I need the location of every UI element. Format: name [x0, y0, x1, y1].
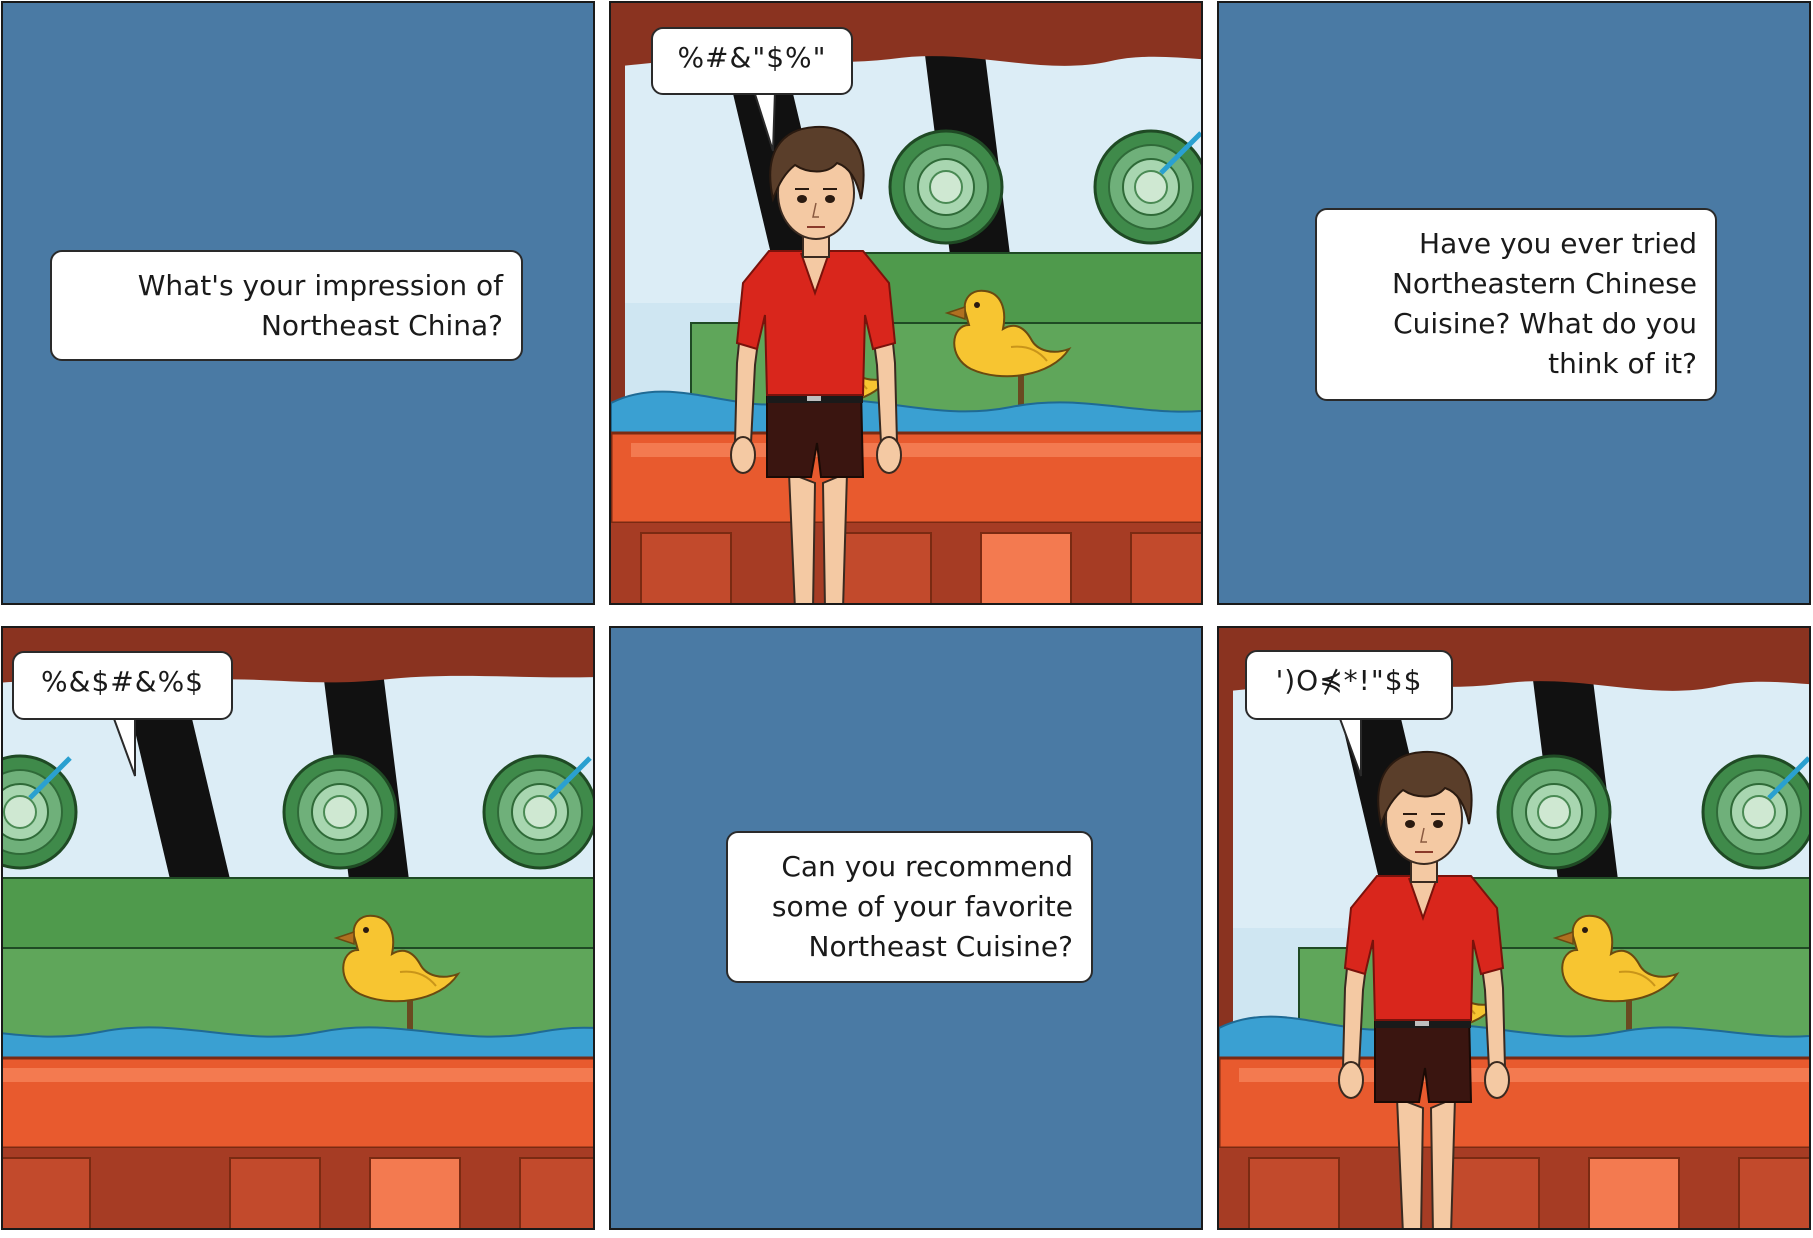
speech-bubble: ')O⋠*!"$$: [1245, 650, 1453, 720]
narration-line: Northeast Cuisine?: [808, 930, 1073, 963]
comic-panel-6: ')O⋠*!"$$: [1217, 626, 1811, 1230]
narration-box: Can you recommend some of your favorite …: [726, 831, 1093, 983]
narration-box: What's your impression of Northeast Chin…: [50, 250, 523, 361]
comic-panel-3: Have you ever tried Northeastern Chinese…: [1217, 1, 1811, 605]
narration-line: Have you ever tried: [1419, 227, 1697, 260]
narration-line: Northeastern Chinese: [1391, 267, 1697, 300]
speech-bubble-tail: [1337, 715, 1362, 777]
speech-bubble: %#&"$%": [651, 27, 853, 95]
comic-panel-2: %#&"$%": [609, 1, 1203, 605]
narration-line: Northeast China?: [260, 309, 503, 342]
comic-panel-1: What's your impression of Northeast Chin…: [1, 1, 595, 605]
comic-panel-4: %&$#&%$: [1, 626, 595, 1230]
speech-bubble-tail: [111, 715, 136, 777]
narration-box: Have you ever tried Northeastern Chinese…: [1315, 208, 1717, 401]
speech-bubble: %&$#&%$: [12, 651, 233, 720]
narration-line: think of it?: [1548, 347, 1697, 380]
narration-line: Cuisine? What do you: [1393, 307, 1697, 340]
narration-line: Can you recommend: [781, 850, 1073, 883]
comic-panel-5: Can you recommend some of your favorite …: [609, 626, 1203, 1230]
narration-line: What's your impression of: [137, 269, 503, 302]
speech-bubble-tail: [752, 90, 777, 152]
narration-line: some of your favorite: [771, 890, 1073, 923]
